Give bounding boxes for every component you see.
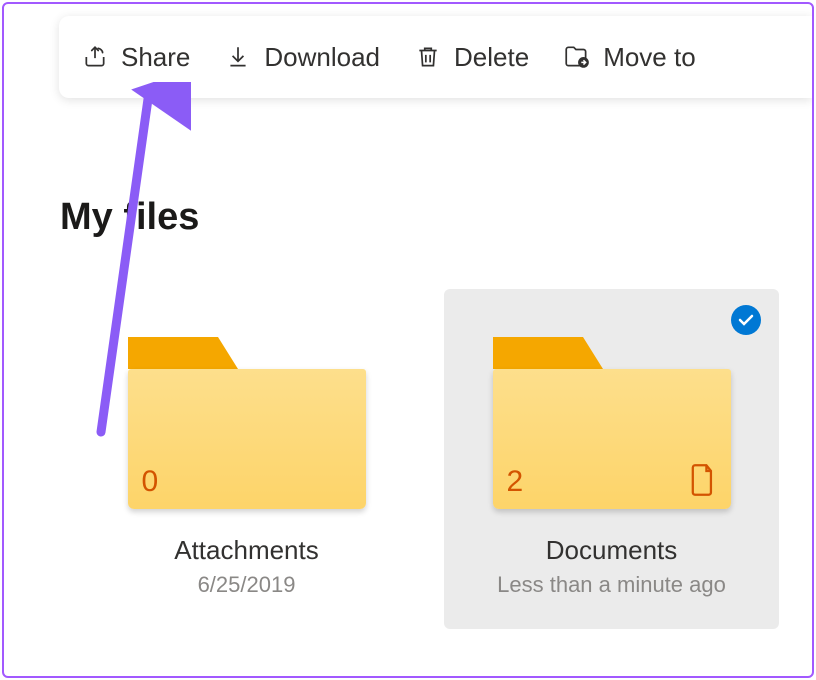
folder-tile-documents[interactable]: 2 Documents Less than a minute ago (444, 289, 779, 629)
folder-item-count: 0 (142, 465, 159, 499)
share-button[interactable]: Share (81, 42, 190, 73)
file-icon (689, 463, 717, 497)
move-to-icon (563, 43, 591, 71)
folder-grid: 0 Attachments 6/25/2019 2 (79, 289, 779, 629)
share-icon (81, 43, 109, 71)
move-to-button[interactable]: Move to (563, 42, 696, 73)
context-toolbar: Share Download Delete (59, 16, 812, 98)
folder-icon: 0 (128, 337, 366, 509)
app-frame: Share Download Delete (2, 2, 814, 678)
delete-label: Delete (454, 42, 529, 73)
trash-icon (414, 43, 442, 71)
folder-name: Attachments (174, 535, 319, 566)
folder-meta: 6/25/2019 (198, 572, 296, 598)
page-title: My files (60, 196, 199, 239)
download-label: Download (264, 42, 380, 73)
share-label: Share (121, 42, 190, 73)
folder-item-count: 2 (507, 465, 524, 499)
delete-button[interactable]: Delete (414, 42, 529, 73)
folder-name: Documents (546, 535, 678, 566)
selected-check-icon (731, 305, 761, 335)
download-button[interactable]: Download (224, 42, 380, 73)
folder-icon: 2 (493, 337, 731, 509)
folder-tile-attachments[interactable]: 0 Attachments 6/25/2019 (79, 289, 414, 629)
move-to-label: Move to (603, 42, 696, 73)
folder-meta: Less than a minute ago (497, 572, 726, 598)
download-icon (224, 43, 252, 71)
